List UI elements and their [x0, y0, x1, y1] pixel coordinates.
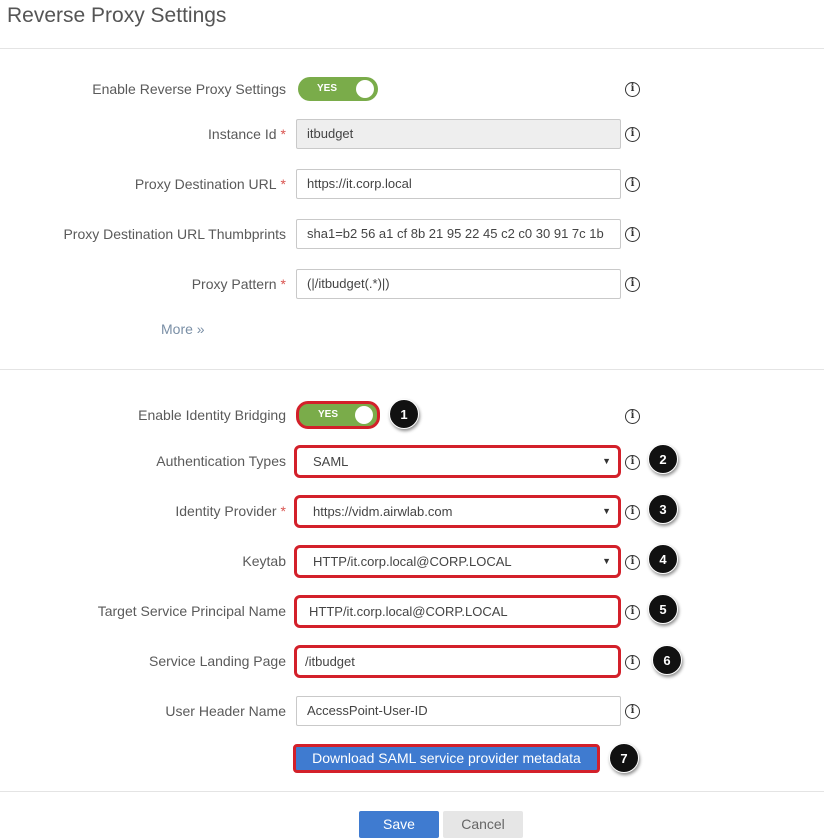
- enable-identity-bridging-label: Enable Identity Bridging: [138, 407, 286, 423]
- enable-identity-bridging-toggle[interactable]: YES: [296, 401, 380, 429]
- chevron-down-icon: ▼: [602, 506, 611, 516]
- step-marker-7: 7: [609, 743, 639, 773]
- row-destination-url: Proxy Destination URL * https://it.corp.l…: [0, 168, 824, 200]
- more-link[interactable]: More »: [161, 321, 205, 337]
- keytab-select[interactable]: HTTP/it.corp.local@CORP.LOCAL ▼: [294, 545, 621, 578]
- cancel-button[interactable]: Cancel: [443, 811, 523, 838]
- identity-provider-label: Identity Provider *: [175, 503, 286, 519]
- toggle-text: YES: [317, 83, 338, 94]
- user-header-input[interactable]: AccessPoint-User-ID: [296, 696, 621, 726]
- row-authentication-types: Authentication Types SAML ▼ i: [0, 445, 824, 478]
- info-icon[interactable]: i: [625, 455, 640, 470]
- info-icon[interactable]: i: [625, 177, 640, 192]
- keytab-value: HTTP/it.corp.local@CORP.LOCAL: [313, 554, 512, 569]
- user-header-label: User Header Name: [165, 703, 286, 719]
- info-icon[interactable]: i: [625, 555, 640, 570]
- divider: [0, 369, 824, 370]
- toggle-knob: [356, 80, 374, 98]
- chevron-down-icon: ▼: [602, 456, 611, 466]
- row-identity-provider: Identity Provider * https://vidm.airwlab.…: [0, 495, 824, 528]
- row-instance-id: Instance Id * itbudget i: [0, 118, 824, 150]
- authentication-types-value: SAML: [313, 454, 349, 469]
- divider: [0, 48, 824, 49]
- info-icon[interactable]: i: [625, 127, 640, 142]
- row-thumbprints: Proxy Destination URL Thumbprints sha1=b…: [0, 218, 824, 250]
- instance-id-label: Instance Id *: [208, 126, 286, 142]
- identity-provider-select[interactable]: https://vidm.airwlab.com ▼: [294, 495, 621, 528]
- step-marker-5: 5: [648, 594, 678, 624]
- target-spn-input[interactable]: HTTP/it.corp.local@CORP.LOCAL: [294, 595, 621, 628]
- chevron-down-icon: ▼: [602, 556, 611, 566]
- identity-provider-value: https://vidm.airwlab.com: [313, 504, 453, 519]
- row-landing-page: Service Landing Page /itbudget i: [0, 645, 824, 678]
- step-marker-3: 3: [648, 494, 678, 524]
- row-enable-reverse-proxy: Enable Reverse Proxy Settings YES i: [0, 73, 824, 105]
- target-spn-label: Target Service Principal Name: [97, 603, 286, 619]
- step-marker-1: 1: [389, 399, 419, 429]
- proxy-pattern-input[interactable]: (|/itbudget(.*)|): [296, 269, 621, 299]
- info-icon[interactable]: i: [625, 505, 640, 520]
- info-icon[interactable]: i: [625, 277, 640, 292]
- toggle-knob: [355, 406, 373, 424]
- page-title: Reverse Proxy Settings: [7, 4, 227, 27]
- info-icon[interactable]: i: [625, 82, 640, 97]
- landing-page-input[interactable]: /itbudget: [294, 645, 621, 678]
- save-button[interactable]: Save: [359, 811, 439, 838]
- info-icon[interactable]: i: [625, 704, 640, 719]
- step-marker-4: 4: [648, 544, 678, 574]
- row-keytab: Keytab HTTP/it.corp.local@CORP.LOCAL ▼ i: [0, 545, 824, 578]
- keytab-label: Keytab: [242, 553, 286, 569]
- authentication-types-label: Authentication Types: [156, 453, 286, 469]
- divider: [0, 791, 824, 792]
- authentication-types-select[interactable]: SAML ▼: [294, 445, 621, 478]
- row-user-header: User Header Name AccessPoint-User-ID i: [0, 695, 824, 727]
- row-target-spn: Target Service Principal Name HTTP/it.co…: [0, 595, 824, 628]
- step-marker-6: 6: [652, 645, 682, 675]
- info-icon[interactable]: i: [625, 227, 640, 242]
- row-proxy-pattern: Proxy Pattern * (|/itbudget(.*)|) i: [0, 268, 824, 300]
- download-saml-metadata-button[interactable]: Download SAML service provider metadata: [293, 744, 600, 773]
- info-icon[interactable]: i: [625, 655, 640, 670]
- destination-url-input[interactable]: https://it.corp.local: [296, 169, 621, 199]
- enable-reverse-proxy-label: Enable Reverse Proxy Settings: [92, 81, 286, 97]
- enable-reverse-proxy-toggle[interactable]: YES: [298, 77, 378, 101]
- landing-page-label: Service Landing Page: [149, 653, 286, 669]
- instance-id-field[interactable]: itbudget: [296, 119, 621, 149]
- thumbprints-label: Proxy Destination URL Thumbprints: [63, 226, 286, 242]
- step-marker-2: 2: [648, 444, 678, 474]
- info-icon[interactable]: i: [625, 605, 640, 620]
- proxy-pattern-label: Proxy Pattern *: [191, 276, 286, 292]
- info-icon[interactable]: i: [625, 409, 640, 424]
- destination-url-label: Proxy Destination URL *: [134, 176, 286, 192]
- toggle-text: YES: [318, 409, 339, 420]
- thumbprints-input[interactable]: sha1=b2 56 a1 cf 8b 21 95 22 45 c2 c0 30…: [296, 219, 621, 249]
